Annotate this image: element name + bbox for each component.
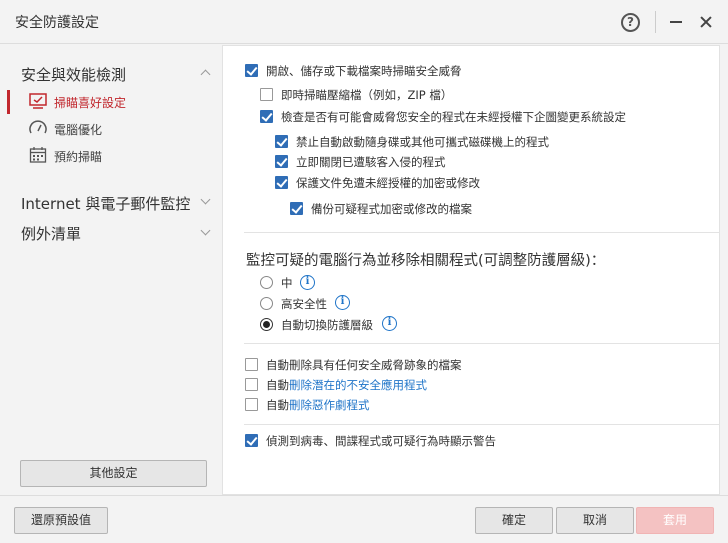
option-label: 禁止自動啟動隨身碟或其他可攜式磁碟機上的程式	[296, 135, 549, 149]
window-title: 安全防護設定	[15, 15, 99, 31]
divider	[244, 232, 720, 233]
section-exceptions[interactable]: 例外清單	[21, 223, 81, 244]
checkbox-protect-documents[interactable]	[275, 176, 288, 189]
chevron-up-icon[interactable]	[200, 69, 211, 80]
cancel-button[interactable]: 取消	[556, 507, 634, 534]
sidebar: 安全與效能檢測 掃瞄喜好設定 電腦優化 預約掃瞄 Internet 與電子郵件監…	[7, 45, 222, 494]
checkbox-delete-joke-programs[interactable]	[245, 398, 258, 411]
minimize-icon[interactable]	[670, 21, 682, 23]
chevron-down-icon[interactable]	[200, 194, 211, 205]
checkbox-system-changes[interactable]	[260, 110, 273, 123]
active-indicator	[7, 90, 10, 114]
checkbox-delete-pua[interactable]	[245, 378, 258, 391]
checkbox-block-autorun[interactable]	[275, 135, 288, 148]
restore-defaults-button[interactable]: 還原預設值	[14, 507, 108, 534]
radio-level-medium[interactable]	[260, 276, 273, 289]
help-icon[interactable]: ?	[621, 13, 640, 32]
calendar-icon	[29, 147, 47, 163]
joke-programs-link[interactable]: 刪除惡作劇程式	[289, 398, 370, 412]
option-label: 檢查是否有可能會威脅您安全的程式在未經授權下企圖變更系統設定	[281, 110, 626, 124]
close-icon[interactable]	[695, 11, 717, 33]
radio-label: 自動切換防護層級	[281, 318, 373, 332]
option-label: 立即關閉已遭駭客入侵的程式	[296, 155, 446, 169]
option-label: 即時掃瞄壓縮檔（例如，ZIP 檔）	[281, 88, 453, 102]
divider	[244, 343, 720, 344]
sidebar-item-scan-preferences[interactable]: 掃瞄喜好設定	[7, 90, 222, 114]
sidebar-item-scheduled-scan[interactable]: 預約掃瞄	[7, 144, 222, 168]
title-bar: 安全防護設定 ?	[0, 0, 728, 44]
checkbox-delete-threat-files[interactable]	[245, 358, 258, 371]
gauge-icon	[29, 120, 47, 134]
info-icon[interactable]: i	[335, 295, 350, 310]
option-label: 開啟、儲存或下載檔案時掃瞄安全威脅	[266, 64, 462, 78]
section-security-performance[interactable]: 安全與效能檢測	[21, 64, 126, 85]
monitor-icon	[29, 93, 47, 109]
pua-link[interactable]: 刪除潛在的不安全應用程式	[289, 378, 427, 392]
info-icon[interactable]: i	[382, 316, 397, 331]
ok-button[interactable]: 確定	[475, 507, 553, 534]
chevron-down-icon[interactable]	[200, 225, 211, 236]
sidebar-item-label: 電腦優化	[54, 123, 103, 137]
checkbox-show-warnings[interactable]	[245, 434, 258, 447]
option-label: 自動刪除具有任何安全威脅跡象的檔案	[266, 358, 462, 372]
divider	[244, 424, 720, 425]
option-label: 偵測到病毒、間諜程式或可疑行為時顯示警告	[266, 434, 496, 448]
sidebar-item-label: 掃瞄喜好設定	[54, 96, 127, 110]
option-label: 保護文件免遭未經授權的加密或修改	[296, 176, 480, 190]
option-label: 自動刪除潛在的不安全應用程式	[266, 378, 427, 392]
main-panel: 開啟、儲存或下載檔案時掃瞄安全威脅 即時掃瞄壓縮檔（例如，ZIP 檔） 檢查是否…	[222, 45, 720, 495]
checkbox-backup-files[interactable]	[290, 202, 303, 215]
sidebar-item-pc-tuneup[interactable]: 電腦優化	[7, 117, 222, 141]
apply-button[interactable]: 套用	[636, 507, 714, 534]
footer-divider	[0, 495, 728, 496]
checkbox-scan-open-save[interactable]	[245, 64, 258, 77]
radio-level-high[interactable]	[260, 297, 273, 310]
other-settings-button[interactable]: 其他設定	[20, 460, 207, 487]
checkbox-scan-archives[interactable]	[260, 88, 273, 101]
option-label: 備份可疑程式加密或修改的檔案	[311, 202, 472, 216]
section-internet-email[interactable]: Internet 與電子郵件監控	[21, 193, 190, 214]
option-label: 自動刪除惡作劇程式	[266, 398, 370, 412]
radio-label: 中	[281, 276, 293, 290]
radio-level-auto[interactable]	[260, 318, 273, 331]
sidebar-item-label: 預約掃瞄	[54, 150, 103, 164]
checkbox-close-hijacked[interactable]	[275, 155, 288, 168]
titlebar-divider	[655, 11, 656, 33]
radio-label: 高安全性	[281, 297, 327, 311]
info-icon[interactable]: i	[300, 275, 315, 290]
behavior-monitor-heading: 監控可疑的電腦行為並移除相關程式(可調整防護層級)：	[246, 253, 606, 269]
